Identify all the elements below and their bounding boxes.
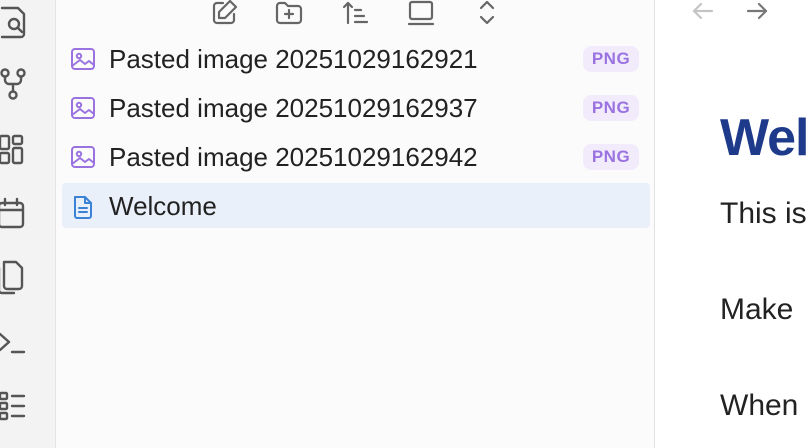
copy-icon xyxy=(0,260,24,295)
forward-arrow-icon[interactable] xyxy=(742,0,772,26)
file-name: Pasted image 20251029162942 xyxy=(109,142,478,172)
file-list: Pasted image 20251029162921 PNG Pasted i… xyxy=(62,36,650,232)
new-folder-icon xyxy=(275,1,303,25)
file-row-pasted-image-3[interactable]: Pasted image 20251029162942 PNG xyxy=(62,134,650,179)
new-folder-button[interactable] xyxy=(271,0,305,28)
explorer-toolbar xyxy=(56,0,654,32)
graph-view-icon xyxy=(0,68,26,100)
document-file-icon xyxy=(74,196,92,219)
canvas-button[interactable] xyxy=(0,130,28,170)
note-paragraph: When xyxy=(720,389,799,422)
expand-collapse-icon xyxy=(479,0,495,25)
image-file-icon xyxy=(71,48,95,70)
file-row-pasted-image-2[interactable]: Pasted image 20251029162937 PNG xyxy=(62,85,650,130)
sort-icon xyxy=(342,1,369,25)
new-note-button[interactable] xyxy=(206,0,240,28)
file-explorer: Pasted image 20251029162921 PNG Pasted i… xyxy=(56,0,655,448)
file-name: Welcome xyxy=(109,191,217,221)
file-name: Pasted image 20251029162937 xyxy=(109,93,478,123)
graph-view-button[interactable] xyxy=(0,65,28,105)
list-button[interactable] xyxy=(0,385,28,425)
search-button[interactable] xyxy=(0,2,28,42)
expand-collapse-button[interactable] xyxy=(469,0,503,28)
search-icon xyxy=(0,6,26,39)
copy-button[interactable] xyxy=(0,256,28,296)
image-file-icon xyxy=(71,146,95,168)
file-row-pasted-image-1[interactable]: Pasted image 20251029162921 PNG xyxy=(62,36,650,81)
collapse-icon xyxy=(407,0,435,26)
calendar-button[interactable] xyxy=(0,194,28,234)
file-type-badge: PNG xyxy=(583,95,639,121)
image-file-icon xyxy=(71,97,95,119)
terminal-icon xyxy=(0,332,26,354)
file-row-welcome[interactable]: Welcome xyxy=(62,183,650,228)
terminal-button[interactable] xyxy=(0,322,28,362)
note-heading: Wel xyxy=(720,109,810,167)
sort-button[interactable] xyxy=(337,0,371,28)
list-icon xyxy=(0,391,26,421)
new-note-icon xyxy=(212,0,238,25)
back-arrow-icon[interactable] xyxy=(688,0,718,26)
file-name: Pasted image 20251029162921 xyxy=(109,44,478,74)
canvas-icon xyxy=(0,134,24,165)
collapse-button[interactable] xyxy=(403,0,437,28)
note-paragraph: This is xyxy=(720,197,807,230)
editor-pane: Wel This is Make When xyxy=(656,0,812,448)
note-paragraph: Make xyxy=(720,293,794,326)
file-type-badge: PNG xyxy=(583,144,639,170)
left-ribbon xyxy=(0,0,56,448)
file-type-badge: PNG xyxy=(583,46,639,72)
calendar-icon xyxy=(0,197,25,229)
